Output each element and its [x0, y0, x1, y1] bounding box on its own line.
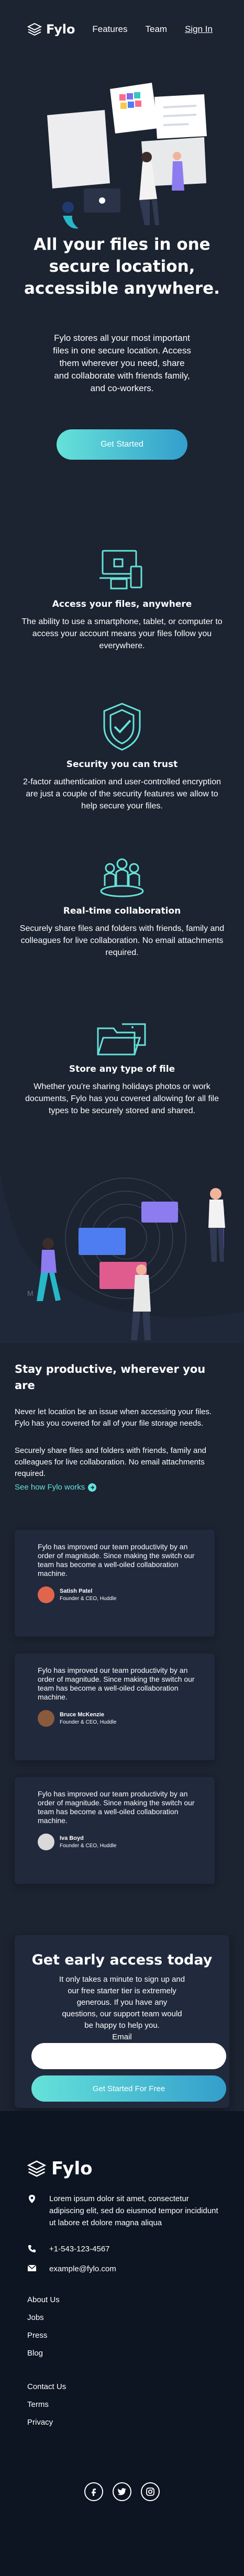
testimonial-quote: Fylo has improved our team productivity … — [38, 1542, 195, 1578]
footer-link-press[interactable]: Press — [27, 2331, 47, 2340]
logo-text: Fylo — [46, 22, 75, 37]
avatar — [38, 1586, 54, 1603]
phone-text[interactable]: +1-543-123-4567 — [49, 2243, 110, 2255]
footer-logo[interactable]: Fylo — [27, 2158, 93, 2179]
email-text[interactable]: example@fylo.com — [49, 2263, 116, 2275]
address-text: Lorem ipsum dolor sit amet, consectetur … — [49, 2194, 218, 2227]
hero-text: Fylo stores all your most important file… — [53, 333, 191, 393]
feature-text: Whether you're sharing holidays photos o… — [25, 1082, 219, 1115]
devices-icon — [99, 550, 142, 590]
early-access-card: Get early access today It only takes a m… — [15, 1935, 229, 2108]
location-pin-icon — [27, 2193, 37, 2229]
folder-icon — [97, 1023, 146, 1056]
early-access-text: It only takes a minute to sign up and ou… — [59, 1974, 185, 2043]
get-started-free-button[interactable]: Get Started For Free — [31, 2075, 226, 2102]
instagram-icon[interactable] — [141, 2482, 160, 2501]
svg-text:M: M — [27, 1289, 34, 1297]
see-how-link[interactable]: See how Fylo works — [15, 1483, 97, 1492]
see-how-link-label: See how Fylo works — [15, 1483, 85, 1492]
testimonial-card: Fylo has improved our team productivity … — [15, 1530, 215, 1637]
phone-icon — [27, 2243, 37, 2255]
testimonial-author: Satish Patel Founder & CEO, Huddle — [38, 1586, 204, 1603]
footer-link-terms[interactable]: Terms — [27, 2400, 49, 2409]
nav-features[interactable]: Features — [92, 24, 127, 35]
author-role: Founder & CEO, Huddle — [60, 1719, 117, 1725]
email-input[interactable] — [31, 2043, 226, 2069]
feature-title: Security you can trust — [66, 759, 178, 770]
feature-storage: Store any type of file Whether you're sh… — [0, 1020, 244, 1117]
feature-collaboration: Real-time collaboration Securely share f… — [0, 857, 244, 959]
arrow-icon — [88, 1483, 97, 1492]
testimonial-quote: Fylo has improved our team productivity … — [38, 1790, 195, 1825]
author-name: Bruce McKenzie — [60, 1712, 104, 1718]
logo-icon — [27, 23, 42, 36]
collaboration-icon — [100, 858, 144, 897]
author-role: Founder & CEO, Huddle — [60, 1596, 117, 1602]
shield-check-icon — [103, 703, 141, 751]
email-icon — [27, 2263, 37, 2275]
testimonial-card: Fylo has improved our team productivity … — [15, 1653, 215, 1760]
early-access-description: It only takes a minute to sign up and ou… — [59, 1975, 185, 2030]
social-links — [0, 2482, 244, 2501]
logo-icon — [27, 2160, 46, 2177]
avatar — [38, 1834, 54, 1850]
nav-sign-in[interactable]: Sign In — [185, 24, 213, 35]
page: Fylo Features Team Sign In All your file… — [0, 0, 244, 2576]
get-started-button[interactable]: Get Started — [57, 429, 187, 460]
productive-title: Stay productive, wherever you are — [15, 1363, 206, 1392]
testimonial-author: Iva Boyd Founder & CEO, Huddle — [38, 1834, 204, 1850]
feature-access: Access your files, anywhere The ability … — [0, 547, 244, 652]
footer-phone: +1-543-123-4567 — [27, 2243, 110, 2255]
email-label: Email — [112, 2033, 132, 2041]
author-role: Founder & CEO, Huddle — [60, 1843, 117, 1849]
footer-email: example@fylo.com — [27, 2263, 116, 2275]
footer-link-privacy[interactable]: Privacy — [27, 2418, 53, 2427]
early-access-title: Get early access today — [31, 1952, 213, 1968]
testimonial-author: Bruce McKenzie Founder & CEO, Huddle — [38, 1710, 204, 1727]
main-nav: Features Team Sign In — [92, 24, 213, 35]
footer-link-jobs[interactable]: Jobs — [27, 2313, 44, 2322]
site-header: Fylo Features Team Sign In — [0, 0, 244, 59]
site-footer: Fylo — [0, 2111, 244, 2576]
hero-illustration — [47, 83, 207, 229]
avatar — [38, 1710, 54, 1727]
feature-title: Store any type of file — [69, 1064, 175, 1074]
testimonial-quote: Fylo has improved our team productivity … — [38, 1666, 195, 1701]
feature-text: The ability to use a smartphone, tablet,… — [21, 617, 223, 650]
feature-title: Real-time collaboration — [63, 906, 181, 916]
hero-title: All your files in one secure location, a… — [24, 235, 220, 298]
productive-illustration: M — [0, 1170, 244, 1343]
nav-team[interactable]: Team — [145, 24, 167, 35]
logo[interactable]: Fylo — [27, 22, 75, 37]
productive-text-2: Securely share files and folders with fr… — [15, 1446, 207, 1478]
feature-title: Access your files, anywhere — [52, 599, 192, 609]
feature-security: Security you can trust 2-factor authenti… — [0, 702, 244, 812]
footer-link-blog[interactable]: Blog — [27, 2349, 43, 2358]
feature-text: Securely share files and folders with fr… — [19, 924, 225, 957]
facebook-icon[interactable] — [84, 2482, 103, 2501]
footer-address: Lorem ipsum dolor sit amet, consectetur … — [27, 2193, 221, 2229]
feature-text: 2-factor authentication and user-control… — [23, 778, 221, 810]
footer-link-contact[interactable]: Contact Us — [27, 2382, 66, 2391]
productive-text-1: Never let location be an issue when acce… — [15, 1407, 212, 1428]
author-name: Satish Patel — [60, 1588, 93, 1594]
twitter-icon[interactable] — [113, 2482, 131, 2501]
author-name: Iva Boyd — [60, 1835, 84, 1841]
footer-logo-text: Fylo — [51, 2158, 93, 2179]
testimonial-card: Fylo has improved our team productivity … — [15, 1777, 215, 1884]
footer-link-about[interactable]: About Us — [27, 2295, 60, 2304]
